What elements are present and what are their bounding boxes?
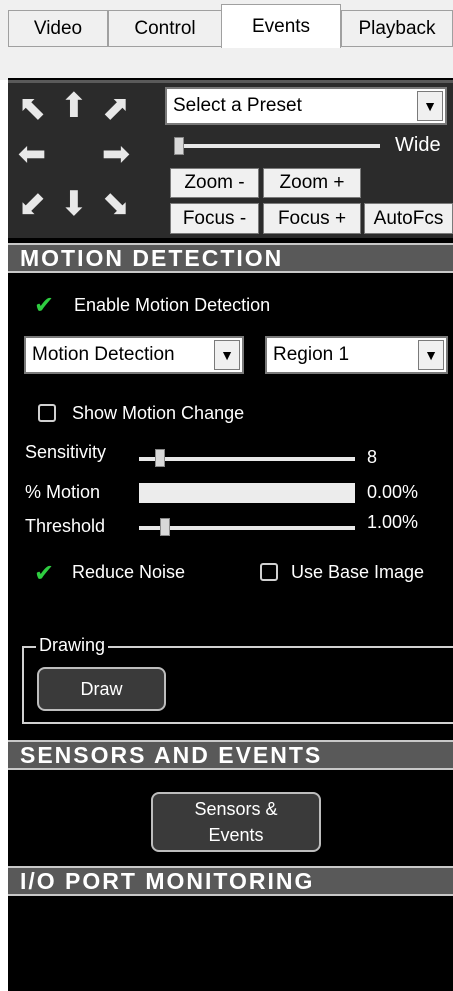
threshold-label: Threshold: [25, 516, 106, 536]
enable-motion-checkmark-icon[interactable]: ✔: [34, 293, 54, 317]
chevron-down-icon: ▼: [417, 91, 443, 121]
percent-motion-label: % Motion: [25, 482, 101, 502]
tab-video[interactable]: Video: [8, 10, 108, 46]
sensors-events-label-line1: Sensors &: [194, 799, 278, 819]
arrow-down-icon[interactable]: ⬇: [56, 187, 92, 221]
arrow-down-left-icon[interactable]: ⬋: [14, 187, 50, 221]
sensitivity-slider-thumb[interactable]: [155, 449, 165, 467]
chevron-down-icon: ▼: [214, 340, 240, 370]
threshold-slider-track[interactable]: [139, 526, 355, 530]
zoom-in-button[interactable]: Zoom +: [263, 168, 361, 198]
reduce-noise-checkmark-icon[interactable]: ✔: [34, 561, 54, 585]
zoom-out-button[interactable]: Zoom -: [170, 168, 259, 198]
sensors-events-header: SENSORS AND EVENTS: [8, 740, 453, 770]
tab-playback[interactable]: Playback: [341, 10, 453, 46]
motion-mode-value: Motion Detection: [32, 344, 175, 365]
arrow-up-left-icon[interactable]: ⬉: [14, 91, 50, 125]
autofocus-label: AutoFcs: [373, 207, 444, 229]
preset-select-value: Select a Preset: [173, 95, 302, 116]
section-title: SENSORS AND EVENTS: [20, 741, 323, 768]
zoom-slider-track[interactable]: [174, 144, 380, 148]
enable-motion-label[interactable]: Enable Motion Detection: [74, 295, 270, 316]
use-base-image-label: Use Base Image: [291, 562, 425, 582]
arrow-left-icon[interactable]: ⬅: [14, 137, 50, 171]
percent-motion-value: 0.00%: [367, 482, 419, 502]
reduce-noise-label: Reduce Noise: [72, 562, 186, 582]
tab-label: Events: [251, 15, 311, 37]
motion-mode-select[interactable]: Motion Detection ▼: [24, 336, 244, 374]
tab-control[interactable]: Control: [108, 10, 222, 46]
focus-in-button[interactable]: Focus +: [263, 203, 361, 234]
arrow-up-right-icon[interactable]: ⬈: [98, 91, 134, 125]
zoom-out-label: Zoom -: [184, 172, 245, 193]
focus-out-button[interactable]: Focus -: [170, 203, 259, 234]
draw-button-label: Draw: [80, 679, 123, 699]
zoom-slider-thumb[interactable]: [174, 137, 184, 155]
zoom-in-label: Zoom +: [279, 172, 345, 193]
threshold-value: 1.00%: [367, 512, 419, 532]
arrow-down-right-icon[interactable]: ⬊: [98, 187, 134, 221]
tab-label: Playback: [358, 17, 436, 39]
draw-button[interactable]: Draw: [37, 667, 166, 711]
chevron-down-icon: ▼: [418, 340, 444, 370]
sensitivity-label: Sensitivity: [25, 442, 107, 462]
tab-events[interactable]: Events: [221, 4, 341, 48]
focus-in-label: Focus +: [277, 207, 347, 229]
arrow-up-icon[interactable]: ⬆: [56, 89, 92, 123]
show-motion-change-checkbox[interactable]: [38, 404, 56, 422]
sensitivity-value: 8: [367, 447, 378, 467]
show-motion-change-label: Show Motion Change: [72, 403, 245, 423]
motion-detection-header: MOTION DETECTION: [8, 243, 453, 273]
region-select[interactable]: Region 1 ▼: [265, 336, 448, 374]
tab-label: Video: [33, 17, 83, 39]
preset-select[interactable]: Select a Preset ▼: [165, 87, 447, 125]
zoom-wide-label: Wide: [395, 134, 441, 156]
use-base-image-checkbox[interactable]: [260, 563, 278, 581]
io-port-monitoring-header: I/O PORT MONITORING: [8, 866, 453, 896]
section-title: MOTION DETECTION: [20, 244, 284, 271]
autofocus-button[interactable]: AutoFcs: [364, 203, 453, 234]
threshold-slider-thumb[interactable]: [160, 518, 170, 536]
motion-level-bar: [139, 483, 355, 503]
section-title: I/O PORT MONITORING: [20, 867, 315, 894]
focus-out-label: Focus -: [182, 207, 247, 229]
sensors-events-label-line2: Events: [208, 825, 264, 845]
drawing-legend: Drawing: [36, 635, 109, 656]
region-value: Region 1: [273, 344, 350, 365]
tab-label: Control: [134, 17, 196, 39]
arrow-right-icon[interactable]: ➡: [98, 137, 134, 171]
sensitivity-slider-track[interactable]: [139, 457, 355, 461]
sensors-events-button[interactable]: Sensors & Events: [151, 792, 321, 852]
